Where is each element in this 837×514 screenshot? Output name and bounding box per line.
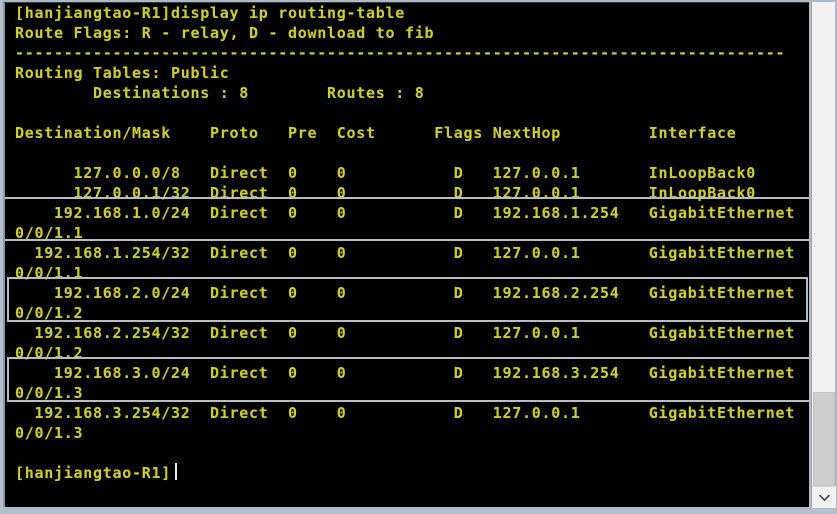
console-output-area[interactable]: [hanjiangtao-R1]display ip routing-table…: [3, 2, 809, 507]
console-line-route-flags: Route Flags: R - relay, D - download to …: [15, 24, 435, 42]
scrollbar-track[interactable]: [812, 2, 835, 486]
console-line-route-8-wrap: 0/0/1.3: [15, 424, 84, 442]
console-line-prompt: [hanjiangtao-R1]: [15, 464, 172, 482]
console-line-routing-tables: Routing Tables: Public: [15, 64, 230, 82]
console-line-command: [hanjiangtao-R1]display ip routing-table: [15, 4, 406, 22]
window-bottom-frame: [0, 509, 837, 514]
console-line-route-6: 192.168.2.254/32 Direct 0 0 D 127.0.0.1 …: [15, 324, 796, 342]
console-line-route-7-wrap: 0/0/1.3: [15, 384, 84, 402]
console-line-column-headers: Destination/Mask Proto Pre Cost Flags Ne…: [15, 124, 737, 142]
terminal-window: [hanjiangtao-R1]display ip routing-table…: [0, 0, 837, 514]
console-line-route-4-wrap: 0/0/1.1: [15, 264, 84, 282]
console-line-route-2: 127.0.0.1/32 Direct 0 0 D 127.0.0.1 InLo…: [15, 184, 757, 202]
console-line-route-6-wrap: 0/0/1.2: [15, 344, 84, 362]
console-line-route-5-wrap: 0/0/1.2: [15, 304, 84, 322]
console-text-block: [hanjiangtao-R1]display ip routing-table…: [5, 3, 809, 507]
console-line-counts: Destinations : 8 Routes : 8: [15, 84, 425, 102]
vertical-scrollbar[interactable]: [811, 2, 836, 508]
chevron-down-icon: [818, 494, 830, 502]
scrollbar-down-button[interactable]: [812, 486, 836, 508]
console-line-route-5: 192.168.2.0/24 Direct 0 0 D 192.168.2.25…: [15, 284, 796, 302]
text-cursor: [175, 463, 177, 480]
console-line-separator: ----------------------------------------…: [15, 44, 786, 62]
console-line-route-4: 192.168.1.254/32 Direct 0 0 D 127.0.0.1 …: [15, 244, 796, 262]
scrollbar-thumb[interactable]: [813, 392, 835, 486]
console-line-route-3: 192.168.1.0/24 Direct 0 0 D 192.168.1.25…: [15, 204, 796, 222]
console-line-route-8: 192.168.3.254/32 Direct 0 0 D 127.0.0.1 …: [15, 404, 796, 422]
console-line-route-7: 192.168.3.0/24 Direct 0 0 D 192.168.3.25…: [15, 364, 796, 382]
console-line-route-3-wrap: 0/0/1.1: [15, 224, 84, 242]
console-line-route-1: 127.0.0.0/8 Direct 0 0 D 127.0.0.1 InLoo…: [15, 164, 757, 182]
